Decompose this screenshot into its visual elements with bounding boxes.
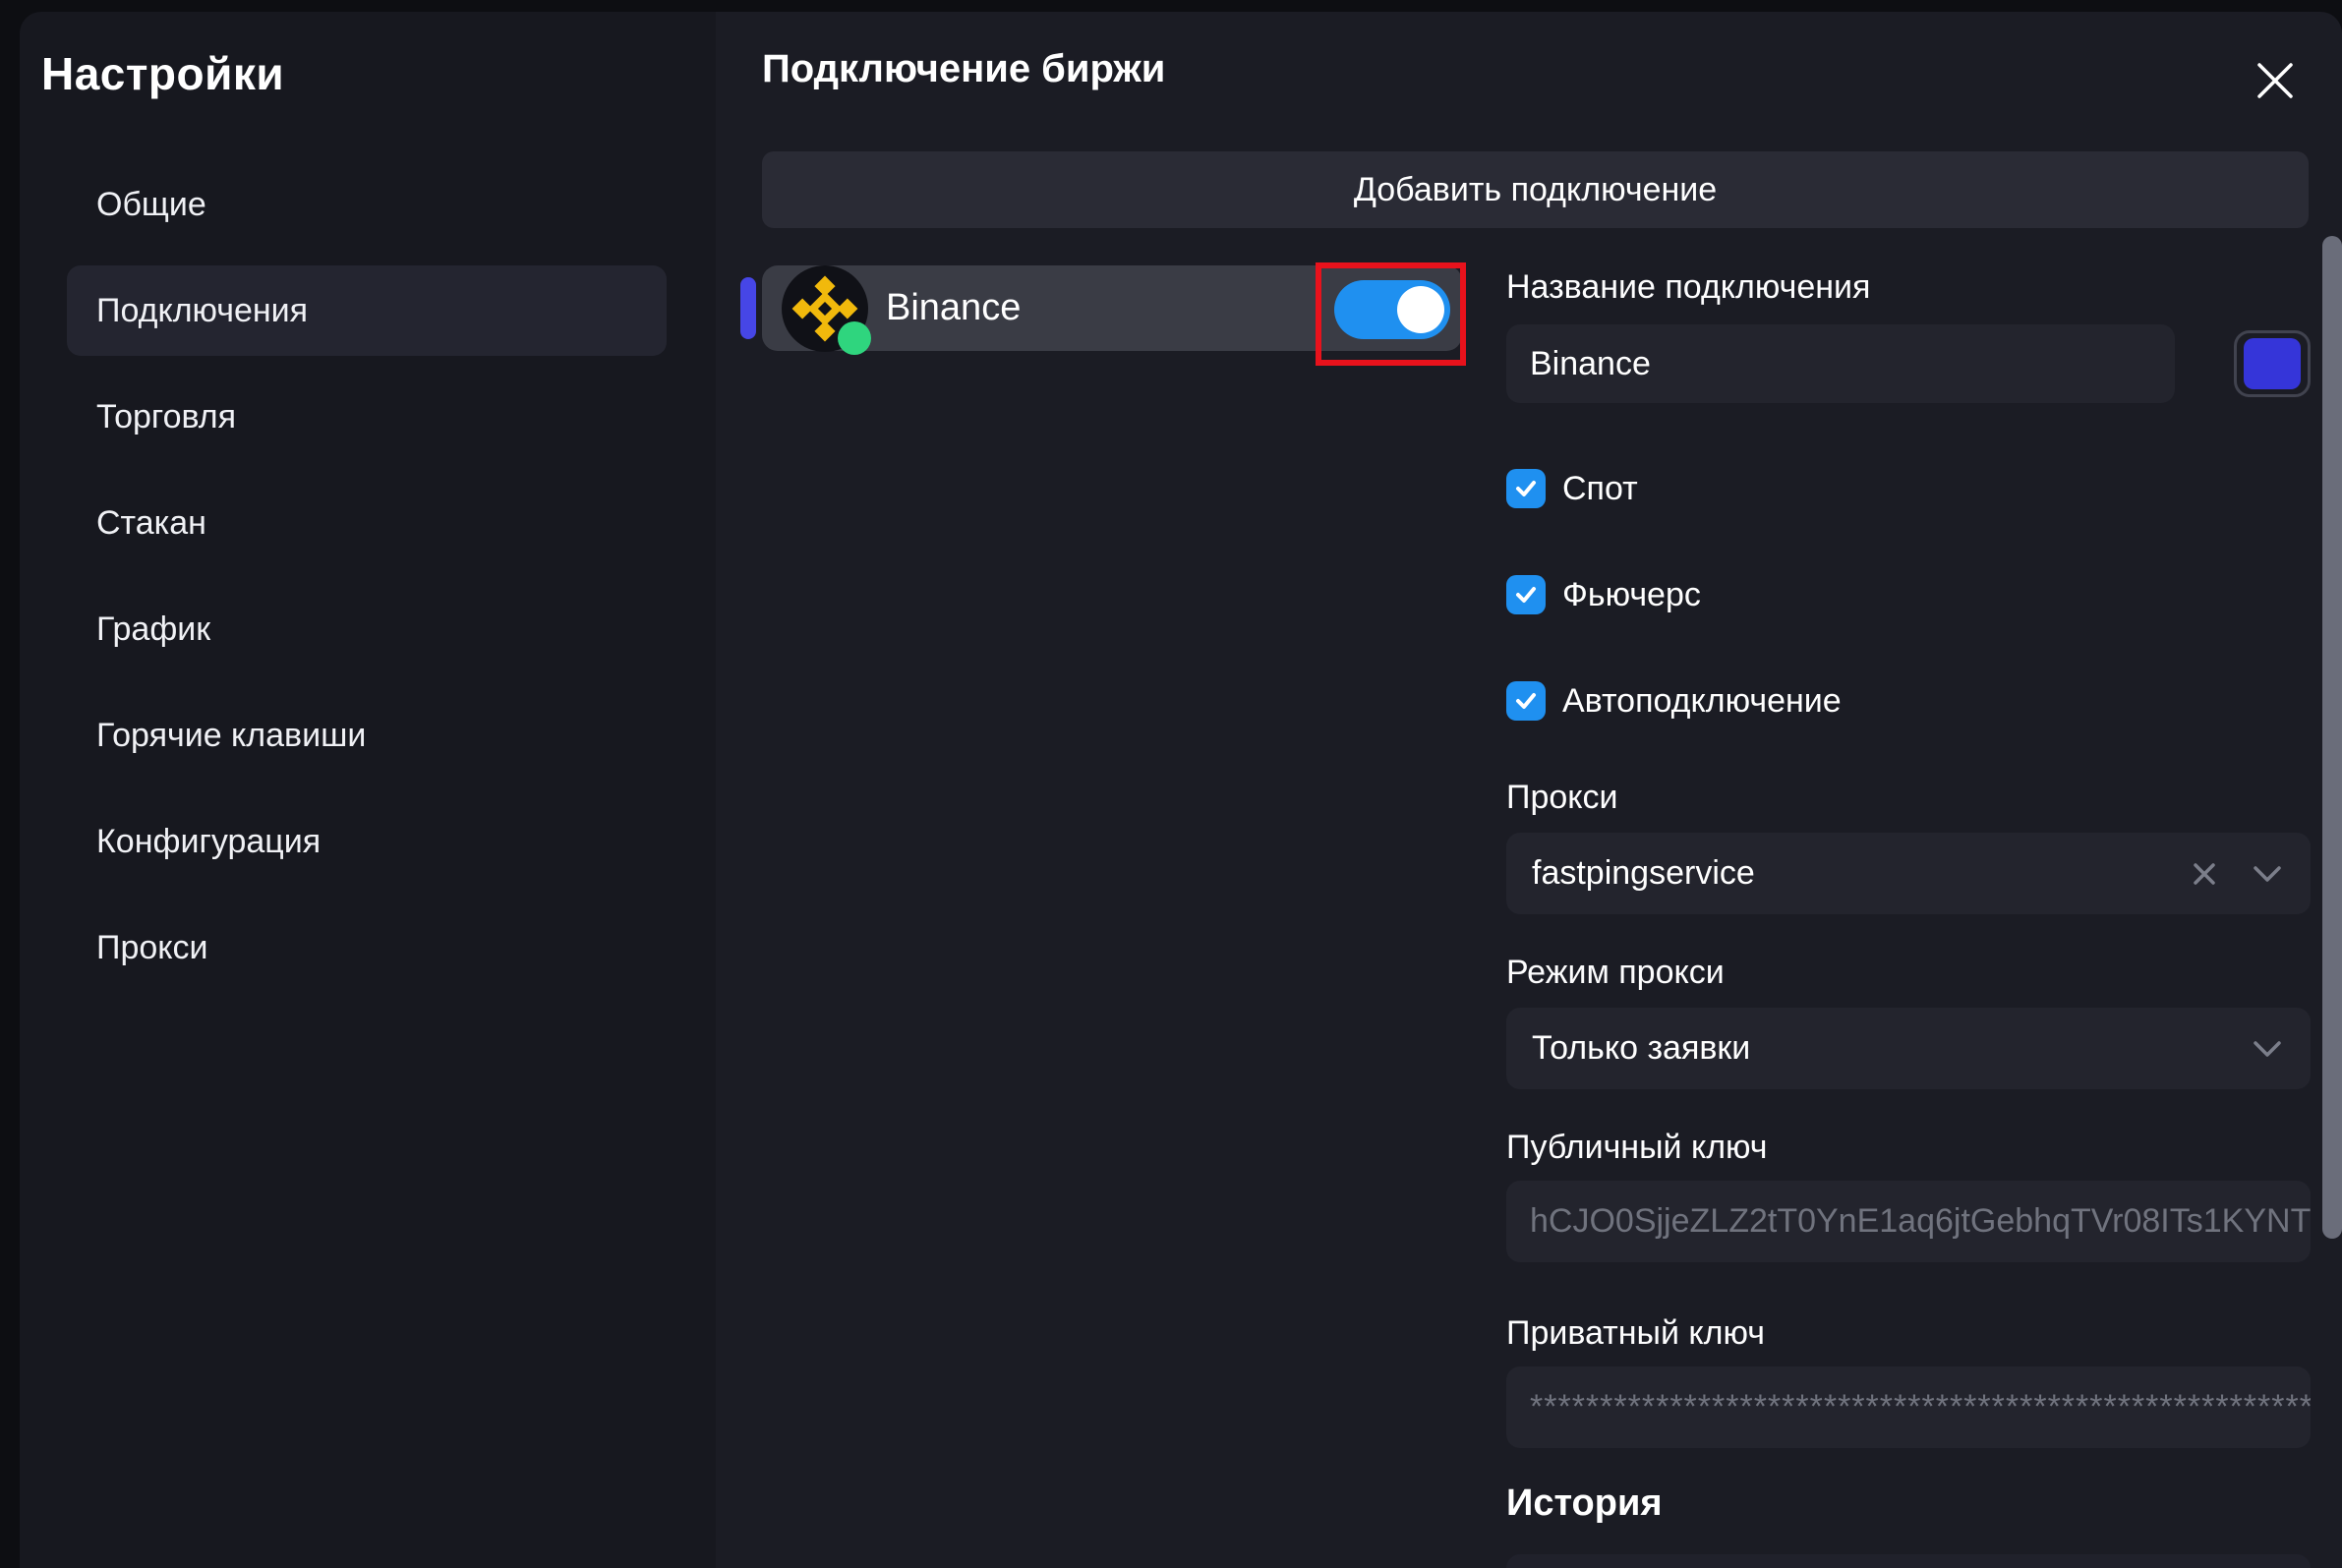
dialog-header: Подключение биржи (762, 45, 2309, 92)
checkbox-row-futures[interactable]: Фьючерс (1506, 573, 2311, 616)
binance-logo-icon (782, 265, 868, 352)
history-heading: История (1506, 1481, 2311, 1526)
toggle-knob (1397, 286, 1444, 333)
checkbox-autoconnect-icon (1506, 681, 1546, 721)
checkbox-spot-icon (1506, 469, 1546, 508)
proxy-dropdown-button[interactable] (2250, 863, 2285, 885)
private-key-masked-value: ****************************************… (1530, 1388, 2311, 1426)
sidebar-item-configuration[interactable]: Конфигурация (67, 796, 667, 887)
sidebar-item-connections[interactable]: Подключения (67, 265, 667, 356)
close-icon (2252, 57, 2299, 104)
name-row: Binance (1506, 324, 2311, 403)
public-key-label: Публичный ключ (1506, 1126, 2311, 1169)
private-key-label: Приватный ключ (1506, 1311, 2311, 1355)
connection-row-binance[interactable]: Binance (762, 265, 1462, 351)
checkbox-row-spot[interactable]: Спот (1506, 467, 2311, 510)
color-swatch-fill (2244, 338, 2301, 389)
private-key-input[interactable]: ****************************************… (1506, 1366, 2311, 1448)
sidebar-menu: Общие Подключения Торговля Стакан График… (20, 159, 716, 993)
dialog-title: Подключение биржи (762, 47, 1165, 91)
status-online-dot (838, 321, 871, 355)
checkbox-autoconnect-label: Автоподключение (1562, 682, 1842, 721)
settings-modal-screen: Настройки Общие Подключения Торговля Ста… (0, 0, 2342, 1568)
proxy-selected-value: fastpingservice (1532, 854, 2189, 893)
sidebar-item-trading[interactable]: Торговля (67, 372, 667, 462)
checkbox-spot-label: Спот (1562, 470, 1638, 508)
close-button[interactable] (2252, 57, 2299, 104)
proxy-label: Прокси (1506, 776, 2311, 819)
sidebar-item-hotkeys[interactable]: Горячие клавиши (67, 690, 667, 781)
public-key-input[interactable]: hCJO0SjjeZLZ2tT0YnE1aq6jtGebhqTVr08ITs1K… (1506, 1181, 2311, 1262)
settings-sidebar: Настройки Общие Подключения Торговля Ста… (20, 12, 716, 1568)
proxy-clear-button[interactable] (2189, 858, 2220, 890)
connection-name-value: Binance (1530, 345, 1651, 383)
scrollbar-thumb[interactable] (2322, 236, 2342, 1239)
sidebar-item-orderbook[interactable]: Стакан (67, 478, 667, 568)
connections-list: Binance (762, 265, 1462, 1568)
connection-accent-bar (740, 277, 756, 339)
proxy-mode-select[interactable]: Только заявки (1506, 1008, 2311, 1089)
sidebar-item-proxy[interactable]: Прокси (67, 902, 667, 993)
checkbox-futures-icon (1506, 575, 1546, 614)
checkbox-futures-label: Фьючерс (1562, 576, 1701, 614)
chevron-down-icon (2250, 863, 2285, 885)
connection-content: Binance Название подключения Binance (762, 265, 2309, 1568)
connection-name-input[interactable]: Binance (1506, 324, 2175, 403)
proxy-mode-label: Режим прокси (1506, 951, 2311, 994)
connection-form: Название подключения Binance Спо (1506, 265, 2311, 1568)
proxy-select[interactable]: fastpingservice (1506, 833, 2311, 914)
chevron-down-icon (2250, 1038, 2285, 1060)
settings-modal: Настройки Общие Подключения Торговля Ста… (20, 12, 2342, 1568)
history-row[interactable]: 11:47:42 Н (1506, 1554, 2311, 1568)
sidebar-item-general[interactable]: Общие (67, 159, 667, 250)
proxy-mode-dropdown-button[interactable] (2250, 1038, 2285, 1060)
exchange-connection-panel: Подключение биржи Добавить подключение (716, 12, 2342, 1568)
sidebar-item-chart[interactable]: График (67, 584, 667, 674)
add-connection-button[interactable]: Добавить подключение (762, 151, 2309, 228)
clear-icon (2189, 858, 2220, 890)
connection-name: Binance (886, 287, 1021, 329)
connection-enabled-toggle[interactable] (1334, 280, 1450, 339)
color-picker-swatch[interactable] (2234, 330, 2311, 397)
connection-name-label: Название подключения (1506, 265, 2311, 309)
checkbox-row-autoconnect[interactable]: Автоподключение (1506, 679, 2311, 723)
sidebar-title: Настройки (41, 47, 716, 100)
public-key-value: hCJO0SjjeZLZ2tT0YnE1aq6jtGebhqTVr08ITs1K… (1530, 1202, 2311, 1241)
proxy-mode-selected-value: Только заявки (1532, 1029, 2250, 1068)
